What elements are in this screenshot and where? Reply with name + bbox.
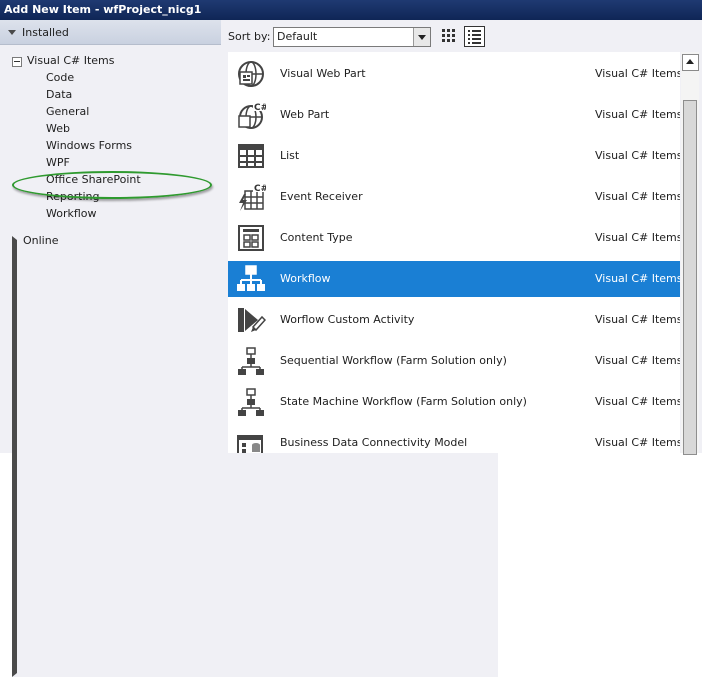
item-name: Event Receiver [280,190,363,203]
event-receiver-icon: C# [239,183,266,211]
highlight-ellipse [12,171,212,199]
web-part-icon: C# [238,101,266,129]
list-item-selected[interactable]: Workflow Visual C# Items [228,261,680,297]
item-category: Visual C# Items [595,313,680,326]
tree-collapse-icon[interactable] [12,57,22,67]
chevron-down-icon[interactable] [413,28,430,46]
tree-item-windows-forms[interactable]: Windows Forms [46,139,132,152]
tree-item-web[interactable]: Web [46,122,70,135]
template-list: Visual Web Part Visual C# Items C# Web P… [228,52,680,453]
item-name: Visual Web Part [280,67,366,80]
window-title: Add New Item - wfProject_nicg1 [4,3,202,16]
list-view-icon [468,30,481,44]
list-item[interactable]: State Machine Workflow (Farm Solution on… [228,384,680,420]
list-item[interactable]: Content Type Visual C# Items [228,220,680,256]
content-type-icon [238,225,264,251]
tree-item-online[interactable]: Online [23,234,58,247]
sort-label: Sort by: [228,30,271,43]
bdc-model-icon [237,435,263,453]
sort-value: Default [277,30,318,43]
item-name: Worflow Custom Activity [280,313,415,326]
template-panel: Sort by: Default Visual Web Part Visual … [221,20,702,455]
item-category: Visual C# Items [595,231,680,244]
list-item[interactable]: Business Data Connectivity Model Visual … [228,425,680,453]
item-name: Sequential Workflow (Farm Solution only) [280,354,507,367]
item-name: State Machine Workflow (Farm Solution on… [280,395,527,408]
installed-header[interactable]: Installed [0,20,221,45]
item-name: Business Data Connectivity Model [280,436,468,449]
item-name: Web Part [280,108,330,121]
item-category: Visual C# Items [595,436,680,449]
item-category: Visual C# Items [595,395,680,408]
tree-item-workflow[interactable]: Workflow [46,207,97,220]
tree-item-general[interactable]: General [46,105,89,118]
collapse-arrow-icon [8,30,16,35]
item-category: Visual C# Items [595,149,680,162]
vertical-scrollbar[interactable] [681,52,699,455]
list-item[interactable]: C# Event Receiver Visual C# Items [228,179,680,215]
title-bar: Add New Item - wfProject_nicg1 [0,0,702,20]
installed-label: Installed [22,26,69,39]
list-item[interactable]: Sequential Workflow (Farm Solution only)… [228,343,680,379]
tree-item-code[interactable]: Code [46,71,74,84]
sequential-workflow-icon [238,347,264,375]
tree-item-data[interactable]: Data [46,88,72,101]
custom-activity-icon [238,308,266,332]
state-machine-workflow-icon [238,388,264,416]
tree-root-visual-csharp[interactable]: Visual C# Items [27,54,115,67]
workflow-icon [237,265,265,291]
small-icons-view-button[interactable] [439,26,459,46]
list-item[interactable]: Visual Web Part Visual C# Items [228,56,680,92]
item-category: Visual C# Items [595,67,680,80]
item-name: Content Type [280,231,353,244]
category-panel: Installed Visual C# Items Code Data Gene… [0,20,498,677]
list-view-button[interactable] [464,26,485,47]
tree-item-wpf[interactable]: WPF [46,156,70,169]
item-name: List [280,149,300,162]
scroll-thumb[interactable] [683,100,697,455]
svg-text:C#: C# [254,184,266,194]
list-item[interactable]: List Visual C# Items [228,138,680,174]
sort-dropdown[interactable]: Default [273,27,431,47]
list-item[interactable]: Worflow Custom Activity Visual C# Items [228,302,680,338]
item-category: Visual C# Items [595,108,680,121]
scroll-up-arrow-icon[interactable] [682,54,699,71]
toolbar: Sort by: Default [221,20,702,52]
list-icon [238,144,264,168]
list-item[interactable]: C# Web Part Visual C# Items [228,97,680,133]
visual-web-part-icon [238,61,264,87]
item-category: Visual C# Items [595,190,680,203]
item-category: Visual C# Items [595,354,680,367]
grid-view-icon [442,29,455,42]
item-category: Visual C# Items [595,272,680,285]
svg-text:C#: C# [254,103,266,113]
item-name: Workflow [280,272,331,285]
